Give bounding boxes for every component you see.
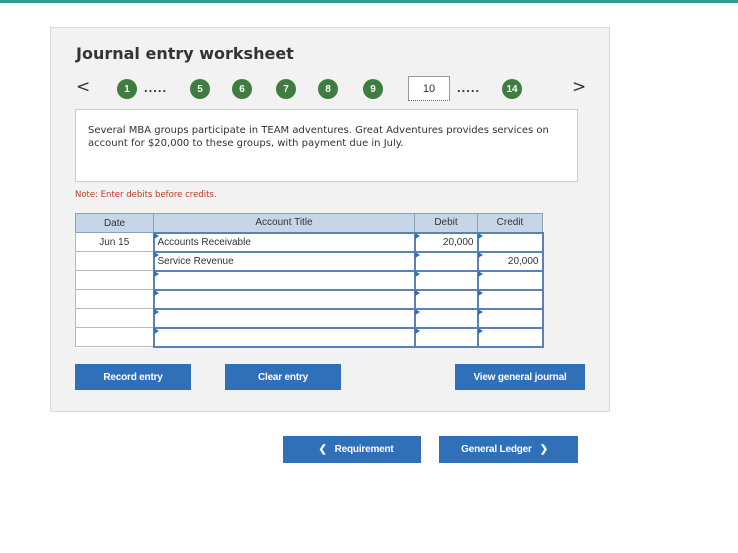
debit-cell[interactable] [413,269,479,291]
step-6-button[interactable]: 6 [232,79,252,99]
account-title-header: Account Title [153,213,415,233]
table-row: Service Revenue 20,000 [75,250,544,272]
transaction-description: Several MBA groups participate in TEAM a… [75,109,578,182]
view-general-journal-button[interactable]: View general journal [455,364,585,390]
step-ellipsis: ..... [144,80,168,95]
chevron-right-icon: ❯ [539,444,548,455]
debit-header: Debit [414,213,478,233]
record-entry-button[interactable]: Record entry [75,364,191,390]
journal-worksheet-panel: Journal entry worksheet < 1 ..... 5 6 7 … [50,27,610,412]
account-title-cell[interactable] [152,269,416,291]
step-1-button[interactable]: 1 [117,79,137,99]
credit-cell[interactable] [476,288,544,310]
worksheet-title: Journal entry worksheet [76,44,294,63]
top-accent-bar [0,0,738,3]
general-ledger-button[interactable]: General Ledger ❯ [439,436,578,463]
date-cell[interactable] [75,270,154,290]
debit-cell[interactable] [413,288,479,310]
credit-cell[interactable]: 20,000 [476,250,544,272]
date-cell[interactable] [75,308,154,328]
account-title-cell[interactable] [152,326,416,348]
date-cell[interactable] [75,289,154,309]
debit-cell[interactable]: 20,000 [413,231,479,253]
current-step-10[interactable]: 10 [408,76,450,101]
account-title-cell[interactable]: Accounts Receivable [152,231,416,253]
date-cell[interactable]: Jun 15 [75,232,154,252]
general-ledger-label: General Ledger [461,444,532,455]
table-row [75,269,544,291]
description-text: Several MBA groups participate in TEAM a… [88,125,549,149]
chevron-left-icon: ❮ [318,444,327,455]
table-row: Jun 15 Accounts Receivable 20,000 [75,231,544,253]
table-row [75,307,544,329]
requirement-label: Requirement [334,444,394,455]
account-title-cell[interactable] [152,288,416,310]
table-row [75,288,544,310]
debits-credits-note: Note: Enter debits before credits. [75,190,217,200]
date-header: Date [75,213,154,233]
credit-cell[interactable] [476,307,544,329]
step-14-button[interactable]: 14 [502,79,522,99]
credit-cell[interactable] [476,269,544,291]
chevron-left-icon[interactable]: < [76,78,90,96]
chevron-right-icon[interactable]: > [572,78,586,96]
step-9-button[interactable]: 9 [363,79,383,99]
step-7-button[interactable]: 7 [276,79,296,99]
debit-cell[interactable] [413,250,479,272]
step-5-button[interactable]: 5 [190,79,210,99]
credit-cell[interactable] [476,231,544,253]
date-cell[interactable] [75,327,154,347]
date-cell[interactable] [75,251,154,271]
step-8-button[interactable]: 8 [318,79,338,99]
credit-header: Credit [477,213,543,233]
debit-cell[interactable] [413,326,479,348]
account-title-cell[interactable]: Service Revenue [152,250,416,272]
clear-entry-button[interactable]: Clear entry [225,364,341,390]
table-row [75,326,544,348]
requirement-button[interactable]: ❮ Requirement [283,436,421,463]
credit-cell[interactable] [476,326,544,348]
table-header-row: Date Account Title Debit Credit [75,213,543,233]
step-ellipsis-2: ..... [457,80,481,95]
account-title-cell[interactable] [152,307,416,329]
journal-entry-table: Date Account Title Debit Credit Jun 15 A… [75,213,544,348]
debit-cell[interactable] [413,307,479,329]
